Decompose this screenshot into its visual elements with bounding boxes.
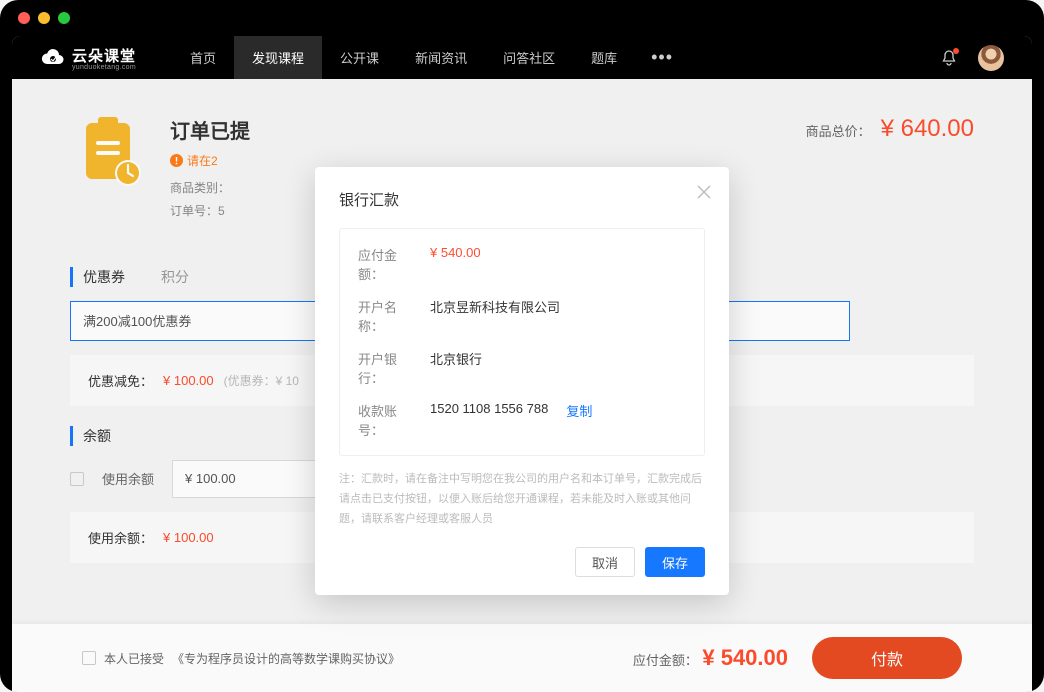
nav-home[interactable]: 首页 [172,36,234,79]
notifications-button[interactable] [940,49,958,67]
top-navigation: 云朵课堂 yunduoketang.com 首页 发现课程 公开课 新闻资讯 问… [12,36,1032,79]
modal-note: 注：汇款时，请在备注中写明您在我公司的用户名和本订单号，汇款完成后请点击已支付按… [339,470,705,529]
window-maximize[interactable] [58,12,70,24]
logo[interactable]: 云朵课堂 yunduoketang.com [40,45,136,71]
bank-transfer-modal: 银行汇款 应付金额： ¥ 540.00 开户名称： 北京昱新科技有限公司 开户银… [315,167,729,595]
modal-amount-label: 应付金额： [358,245,420,283]
modal-close-button[interactable] [697,185,711,204]
modal-bank-label: 开户银行： [358,349,420,387]
modal-account-name-label: 开户名称： [358,297,420,335]
save-button[interactable]: 保存 [645,547,705,577]
modal-account-no-value: 1520 1108 1556 788 [430,401,548,439]
nav-news[interactable]: 新闻资讯 [397,36,485,79]
window-title-bar [0,0,1044,36]
nav-discover-courses[interactable]: 发现课程 [234,36,322,79]
logo-text: 云朵课堂 [72,45,136,66]
window-close[interactable] [18,12,30,24]
logo-subtitle: yunduoketang.com [72,64,136,71]
user-avatar[interactable] [978,45,1004,71]
modal-account-name-value: 北京昱新科技有限公司 [430,297,560,335]
modal-title: 银行汇款 [339,189,705,210]
window-minimize[interactable] [38,12,50,24]
nav-open-courses[interactable]: 公开课 [322,36,397,79]
nav-more[interactable]: ••• [635,47,689,68]
cloud-logo-icon [40,46,66,70]
cancel-button[interactable]: 取消 [575,547,635,577]
modal-account-no-label: 收款账号： [358,401,420,439]
notification-dot [953,48,959,54]
modal-amount-value: ¥ 540.00 [430,245,481,283]
modal-bank-value: 北京银行 [430,349,482,387]
nav-qa[interactable]: 问答社区 [485,36,573,79]
copy-account-button[interactable]: 复制 [566,401,592,439]
nav-bank[interactable]: 题库 [573,36,635,79]
close-icon [697,185,711,199]
